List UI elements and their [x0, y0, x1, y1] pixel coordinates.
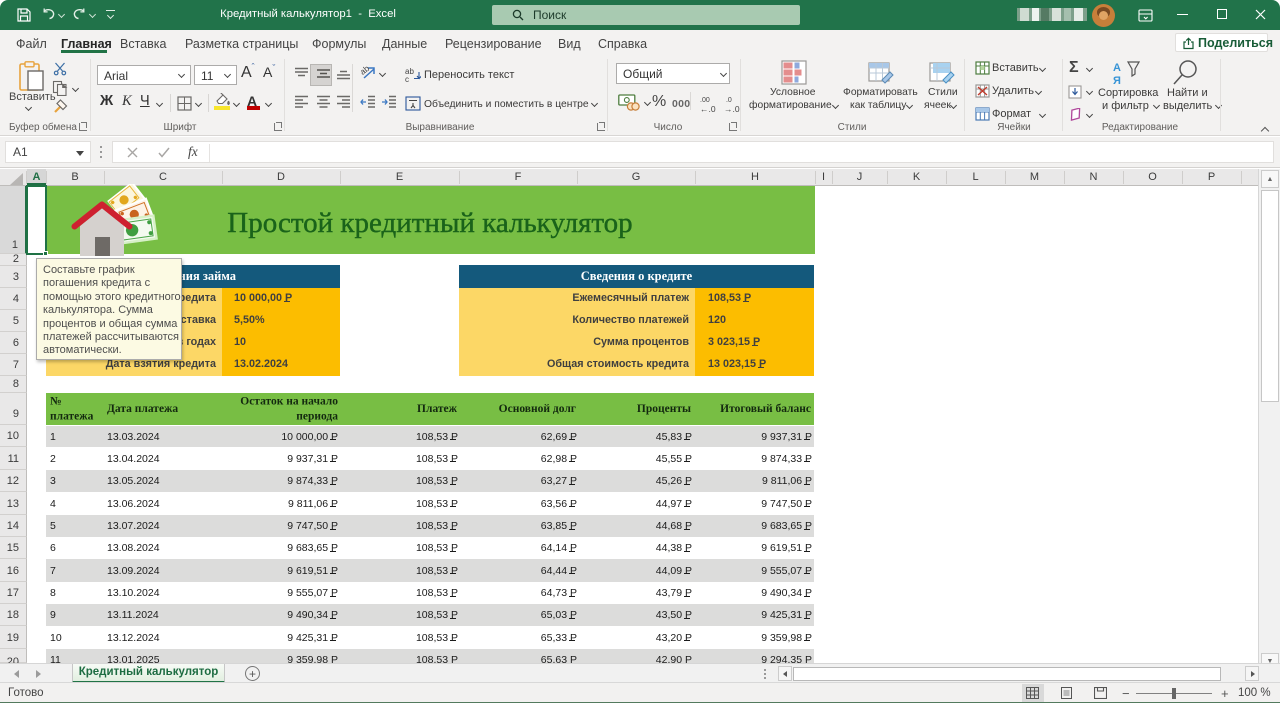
svg-text:c: c: [405, 75, 409, 82]
svg-text:А: А: [1113, 62, 1121, 74]
svg-text:Я: Я: [1113, 75, 1121, 86]
svg-text:ab: ab: [361, 64, 371, 77]
